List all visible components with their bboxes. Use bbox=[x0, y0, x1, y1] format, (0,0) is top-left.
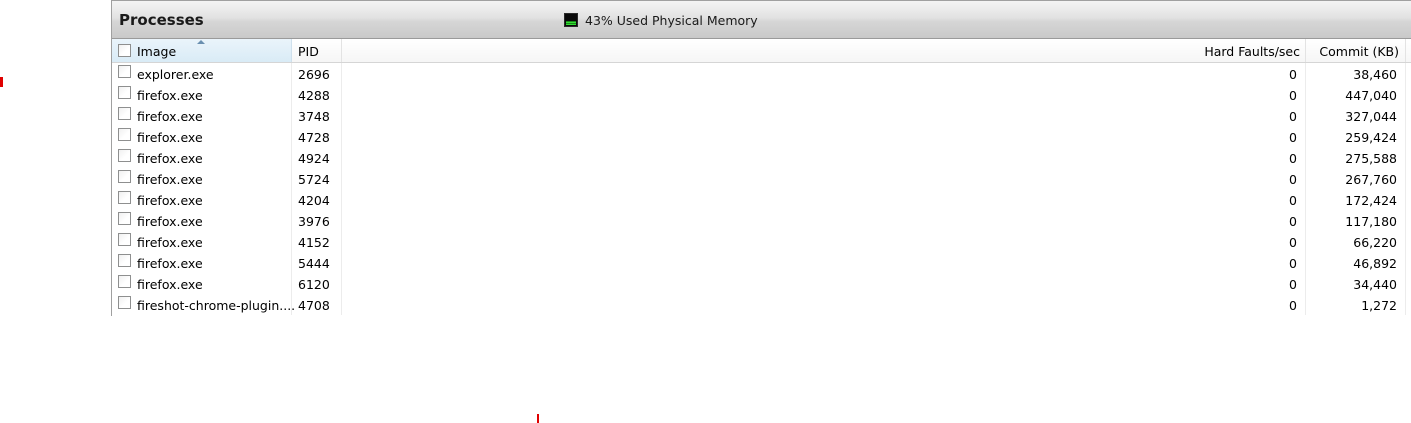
process-hard-faults: 0 bbox=[1289, 256, 1297, 271]
process-commit: 38,460 bbox=[1353, 67, 1397, 82]
process-hard-faults: 0 bbox=[1289, 277, 1297, 292]
process-image-name: fireshot-chrome-plugin.... bbox=[137, 298, 296, 313]
row-checkbox[interactable] bbox=[118, 275, 131, 288]
process-commit: 34,440 bbox=[1353, 277, 1397, 292]
process-row[interactable]: firefox.exe 4924 0 275,588 bbox=[112, 147, 1411, 168]
process-image-name: firefox.exe bbox=[137, 151, 203, 166]
process-row[interactable]: firefox.exe 4288 0 447,040 bbox=[112, 84, 1411, 105]
process-pid: 4708 bbox=[298, 298, 330, 313]
process-hard-faults: 0 bbox=[1289, 214, 1297, 229]
memory-status: 43% Used Physical Memory bbox=[564, 12, 758, 28]
row-checkbox[interactable] bbox=[118, 212, 131, 225]
process-commit: 259,424 bbox=[1345, 130, 1397, 145]
screen: Processes 43% Used Physical Memory Image… bbox=[0, 0, 1411, 423]
memory-meter-icon bbox=[564, 13, 578, 27]
process-hard-faults: 0 bbox=[1289, 235, 1297, 250]
panel-title: Processes bbox=[119, 11, 204, 29]
process-row[interactable]: firefox.exe 5724 0 267,760 bbox=[112, 168, 1411, 189]
row-checkbox[interactable] bbox=[118, 149, 131, 162]
process-hard-faults: 0 bbox=[1289, 193, 1297, 208]
process-pid: 3748 bbox=[298, 109, 330, 124]
process-pid: 5444 bbox=[298, 256, 330, 271]
process-image-name: firefox.exe bbox=[137, 214, 203, 229]
process-row[interactable]: firefox.exe 4152 0 66,220 bbox=[112, 231, 1411, 252]
red-marker bbox=[0, 77, 3, 87]
process-commit: 1,272 bbox=[1361, 298, 1397, 313]
column-header-row: Image PID Hard Faults/sec Commit (KB) bbox=[112, 39, 1411, 63]
row-checkbox[interactable] bbox=[118, 86, 131, 99]
red-marker bbox=[537, 414, 539, 423]
process-image-name: firefox.exe bbox=[137, 235, 203, 250]
process-pid: 6120 bbox=[298, 277, 330, 292]
process-row[interactable]: firefox.exe 5444 0 46,892 bbox=[112, 252, 1411, 273]
column-header-label: Image bbox=[137, 44, 177, 59]
column-header-label: Commit (KB) bbox=[1319, 44, 1399, 59]
row-checkbox[interactable] bbox=[118, 254, 131, 267]
process-row[interactable]: firefox.exe 4204 0 172,424 bbox=[112, 189, 1411, 210]
process-pid: 4204 bbox=[298, 193, 330, 208]
process-commit: 327,044 bbox=[1345, 109, 1397, 124]
process-commit: 447,040 bbox=[1345, 88, 1397, 103]
process-image-name: explorer.exe bbox=[137, 67, 214, 82]
processes-panel: Processes 43% Used Physical Memory Image… bbox=[111, 0, 1411, 316]
process-row[interactable]: firefox.exe 4728 0 259,424 bbox=[112, 126, 1411, 147]
column-header-image[interactable]: Image bbox=[112, 39, 292, 62]
process-image-name: firefox.exe bbox=[137, 256, 203, 271]
process-pid: 4288 bbox=[298, 88, 330, 103]
process-image-name: firefox.exe bbox=[137, 277, 203, 292]
process-hard-faults: 0 bbox=[1289, 172, 1297, 187]
column-header-commit[interactable]: Commit (KB) bbox=[1306, 39, 1406, 62]
process-row[interactable]: explorer.exe 2696 0 38,460 bbox=[112, 63, 1411, 84]
process-pid: 4924 bbox=[298, 151, 330, 166]
process-pid: 3976 bbox=[298, 214, 330, 229]
process-image-name: firefox.exe bbox=[137, 172, 203, 187]
process-row[interactable]: firefox.exe 6120 0 34,440 bbox=[112, 273, 1411, 294]
process-hard-faults: 0 bbox=[1289, 298, 1297, 313]
column-header-label: PID bbox=[298, 44, 319, 59]
process-commit: 117,180 bbox=[1345, 214, 1397, 229]
process-hard-faults: 0 bbox=[1289, 88, 1297, 103]
column-header-hard-faults[interactable]: Hard Faults/sec bbox=[342, 39, 1306, 62]
process-image-name: firefox.exe bbox=[137, 193, 203, 208]
process-pid: 4152 bbox=[298, 235, 330, 250]
process-hard-faults: 0 bbox=[1289, 109, 1297, 124]
memory-status-text: 43% Used Physical Memory bbox=[585, 12, 758, 28]
row-checkbox[interactable] bbox=[118, 128, 131, 141]
process-pid: 2696 bbox=[298, 67, 330, 82]
process-hard-faults: 0 bbox=[1289, 130, 1297, 145]
panel-title-bar[interactable]: Processes 43% Used Physical Memory bbox=[112, 1, 1411, 39]
row-checkbox[interactable] bbox=[118, 191, 131, 204]
process-image-name: firefox.exe bbox=[137, 130, 203, 145]
process-row[interactable]: firefox.exe 3748 0 327,044 bbox=[112, 105, 1411, 126]
process-commit: 172,424 bbox=[1345, 193, 1397, 208]
row-checkbox[interactable] bbox=[118, 107, 131, 120]
column-header-pid[interactable]: PID bbox=[292, 39, 342, 62]
process-image-name: firefox.exe bbox=[137, 109, 203, 124]
process-commit: 46,892 bbox=[1353, 256, 1397, 271]
row-checkbox[interactable] bbox=[118, 170, 131, 183]
process-row[interactable]: fireshot-chrome-plugin.... 4708 0 1,272 bbox=[112, 294, 1411, 315]
column-header-label: Hard Faults/sec bbox=[1204, 44, 1300, 59]
process-hard-faults: 0 bbox=[1289, 151, 1297, 166]
row-checkbox[interactable] bbox=[118, 296, 131, 309]
process-hard-faults: 0 bbox=[1289, 67, 1297, 82]
process-image-name: firefox.exe bbox=[137, 88, 203, 103]
select-all-checkbox[interactable] bbox=[118, 44, 131, 57]
sort-ascending-icon bbox=[197, 40, 205, 44]
process-list: explorer.exe 2696 0 38,460 firefox.exe 4… bbox=[112, 63, 1411, 315]
process-pid: 5724 bbox=[298, 172, 330, 187]
process-commit: 275,588 bbox=[1345, 151, 1397, 166]
row-checkbox[interactable] bbox=[118, 233, 131, 246]
row-checkbox[interactable] bbox=[118, 65, 131, 78]
process-commit: 267,760 bbox=[1345, 172, 1397, 187]
process-pid: 4728 bbox=[298, 130, 330, 145]
process-row[interactable]: firefox.exe 3976 0 117,180 bbox=[112, 210, 1411, 231]
process-commit: 66,220 bbox=[1353, 235, 1397, 250]
